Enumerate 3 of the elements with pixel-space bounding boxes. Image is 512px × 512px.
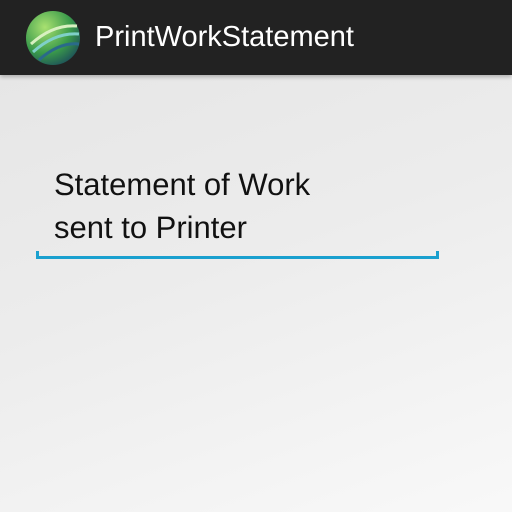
globe-icon[interactable] [25, 10, 81, 66]
text-field[interactable]: Statement of Work sent to Printer [36, 163, 439, 259]
app-title: PrintWorkStatement [95, 21, 354, 54]
